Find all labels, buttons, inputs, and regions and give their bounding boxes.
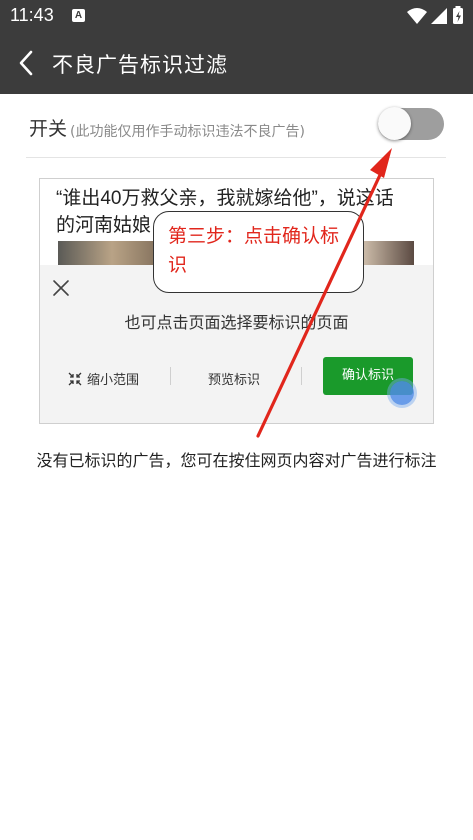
signal-icon (431, 8, 447, 24)
wifi-icon (407, 8, 427, 24)
sheet-hint: 也可点击页面选择要标识的页面 (124, 313, 349, 332)
page-title: 不良广告标识过滤 (52, 53, 228, 77)
close-button[interactable] (52, 279, 70, 297)
app-bar: 不良广告标识过滤 (0, 32, 473, 94)
filter-toggle[interactable] (378, 107, 444, 140)
divider (26, 157, 446, 158)
news-title-line1: “谁出40万救父亲，我就嫁给他”，说这话 (56, 188, 394, 209)
empty-state-text: 没有已标识的广告，您可在按住网页内容对广告进行标注 (36, 451, 437, 470)
switch-row: 开关 (此功能仅用作手动标识违法不良广告) (26, 107, 446, 148)
switch-label: 开关 (29, 118, 68, 140)
action-separator (301, 367, 302, 385)
news-thumbnail (358, 241, 414, 267)
toggle-knob (378, 107, 411, 140)
status-time: 11:43 (10, 5, 54, 25)
step-callout: 第三步：点击确认标识 (153, 211, 364, 293)
status-bar: 11:43 A (0, 0, 473, 32)
shrink-button[interactable]: 缩小范围 (68, 369, 139, 388)
shrink-icon (68, 372, 82, 386)
touch-indicator (390, 381, 414, 405)
switch-hint: (此功能仅用作手动标识违法不良广告) (70, 124, 305, 140)
preview-button[interactable]: 预览标识 (208, 369, 260, 388)
shrink-label: 缩小范围 (87, 373, 140, 388)
notification-icon: A (72, 9, 85, 22)
close-icon (53, 280, 69, 296)
action-separator (170, 367, 171, 385)
status-icons (405, 6, 465, 26)
back-button[interactable] (10, 46, 44, 80)
chevron-left-icon (19, 50, 33, 76)
